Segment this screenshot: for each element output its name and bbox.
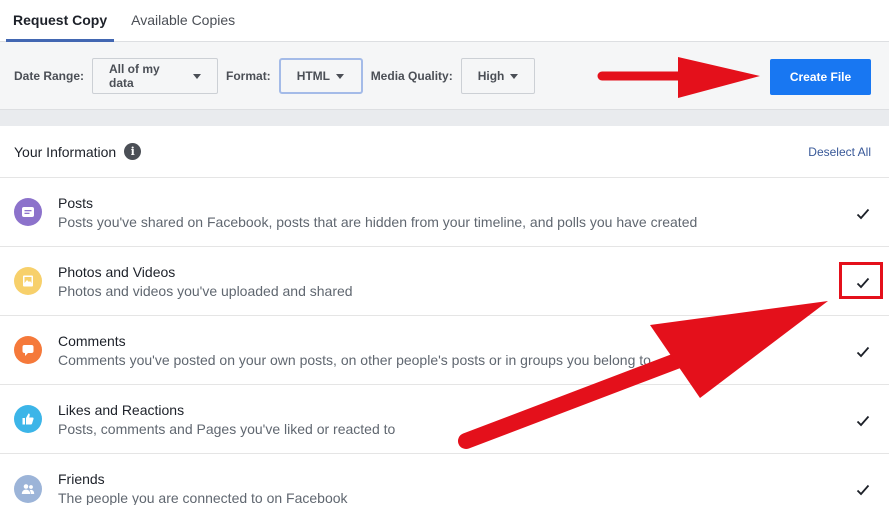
info-icon[interactable]: i <box>124 143 142 160</box>
item-description: Posts you've shared on Facebook, posts t… <box>58 213 698 230</box>
filter-bar: Date Range: All of my data Format: HTML … <box>0 42 889 110</box>
list-item[interactable]: Likes and Reactions Posts, comments and … <box>0 385 889 454</box>
list-item[interactable]: Photos and Videos Photos and videos you'… <box>0 247 889 316</box>
list-item[interactable]: Friends The people you are connected to … <box>0 454 889 505</box>
deselect-all-link[interactable]: Deselect All <box>808 145 871 159</box>
tab-bar: Request Copy Available Copies <box>0 0 889 42</box>
item-description: Comments you've posted on your own posts… <box>58 351 651 368</box>
date-range-label: Date Range: <box>14 68 85 83</box>
section-title: Your Information <box>14 143 117 160</box>
comments-icon <box>14 336 42 364</box>
photos-icon <box>14 267 42 295</box>
format-dropdown[interactable]: HTML <box>278 57 363 94</box>
highlight-box <box>839 262 883 299</box>
friends-icon <box>14 474 42 503</box>
posts-icon <box>14 198 42 226</box>
media-quality-value: High <box>477 68 505 83</box>
likes-icon <box>14 405 42 433</box>
list-item[interactable]: Comments Comments you've posted on your … <box>0 316 889 385</box>
list-item[interactable]: Posts Posts you've shared on Facebook, p… <box>0 178 889 247</box>
media-quality-label: Media Quality: <box>370 68 453 83</box>
tab-request-copy[interactable]: Request Copy <box>6 0 115 42</box>
media-quality-dropdown[interactable]: High <box>460 57 535 94</box>
item-title: Photos and Videos <box>58 263 176 280</box>
checkmark-icon[interactable] <box>855 344 871 360</box>
chevron-down-icon <box>336 73 345 79</box>
format-label: Format: <box>226 68 271 83</box>
format-value: HTML <box>296 68 331 83</box>
chevron-down-icon <box>193 73 202 79</box>
item-description: Posts, comments and Pages you've liked o… <box>58 420 396 437</box>
item-title: Friends <box>58 471 105 487</box>
item-title: Likes and Reactions <box>58 401 185 418</box>
checkmark-icon[interactable] <box>855 482 871 498</box>
checkmark-icon[interactable] <box>855 413 871 429</box>
section-divider <box>0 110 889 126</box>
checkmark-icon[interactable] <box>855 206 871 222</box>
item-title: Posts <box>58 194 94 211</box>
item-description: Photos and videos you've uploaded and sh… <box>58 282 353 299</box>
date-range-dropdown[interactable]: All of my data <box>92 57 219 94</box>
item-title: Comments <box>58 332 126 349</box>
create-file-button[interactable]: Create File <box>770 59 871 95</box>
your-information-header: Your Information i Deselect All <box>0 126 889 178</box>
date-range-value: All of my data <box>109 61 160 90</box>
chevron-down-icon <box>510 73 519 79</box>
item-description: The people you are connected to on Faceb… <box>58 490 348 505</box>
tab-available-copies[interactable]: Available Copies <box>124 0 242 41</box>
